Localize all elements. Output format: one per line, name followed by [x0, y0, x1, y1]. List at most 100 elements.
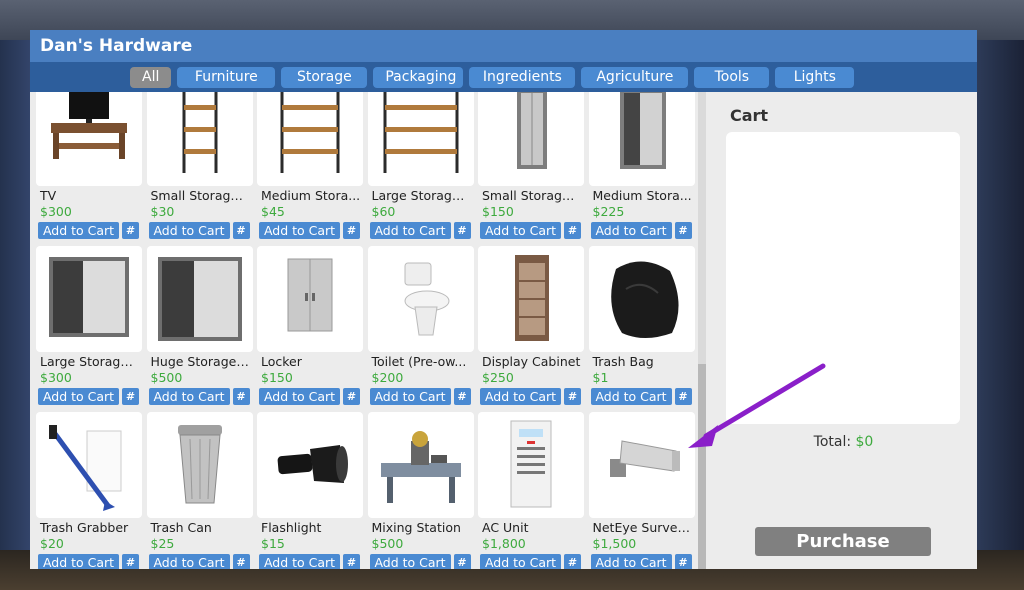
item-price: $200 [371, 370, 404, 385]
purchase-button[interactable]: Purchase [755, 527, 931, 556]
quantity-button[interactable]: # [122, 222, 139, 239]
security-camera-item: NetEye Surveil... $1,500 Add to Cart # [588, 412, 695, 569]
shop-item-card: Mixing Station $500 Add to Cart # [367, 412, 474, 569]
mixing-station-icon [380, 431, 461, 503]
item-name: Large Storage ... [40, 354, 140, 369]
add-to-cart-button[interactable]: Add to Cart [38, 222, 119, 239]
quantity-button[interactable]: # [674, 222, 692, 239]
small-shelf-icon [182, 92, 217, 173]
item-thumbnail [588, 92, 695, 186]
tab-agriculture[interactable]: Agriculture [581, 66, 689, 88]
shop-window: Dan's Hardware All Furniture Storage Pac… [30, 30, 977, 569]
add-to-cart-button[interactable]: Add to Cart [38, 388, 119, 405]
quantity-button[interactable]: # [674, 388, 692, 405]
add-to-cart-button[interactable]: Add to Cart [148, 554, 230, 569]
add-to-cart-button[interactable]: Add to Cart [590, 388, 672, 405]
tab-furniture[interactable]: Furniture [177, 66, 276, 88]
add-to-cart-button[interactable]: Add to Cart [369, 554, 451, 569]
item-price: $15 [261, 536, 285, 551]
small-closet-icon [517, 92, 547, 169]
item-grid: TV $300 Add to Cart # Small Storage ... $30 Ad… [36, 92, 695, 569]
scrollbar-track[interactable] [698, 92, 706, 569]
item-thumbnail [588, 246, 695, 352]
medium-shelf-icon [280, 92, 340, 173]
quantity-button[interactable]: # [564, 388, 581, 405]
quantity-button[interactable]: # [343, 554, 360, 569]
quantity-button[interactable]: # [564, 554, 581, 569]
trash-grabber-icon [49, 425, 122, 511]
item-price: $60 [371, 204, 396, 219]
item-price: $1,500 [592, 536, 637, 551]
item-name: Trash Can [150, 520, 212, 535]
shop-item-card: Flashlight $15 Add to Cart # [257, 412, 363, 569]
tv-icon [51, 92, 127, 159]
item-thumbnail [588, 412, 695, 518]
item-price: $1 [592, 370, 609, 385]
item-name: Medium Stora... [592, 188, 692, 203]
toilet-icon [404, 262, 449, 336]
item-name: TV [40, 188, 57, 203]
tab-ingredients[interactable]: Ingredients [469, 66, 576, 88]
scrollbar-thumb[interactable] [698, 364, 706, 569]
add-to-cart-button[interactable]: Add to Cart [480, 222, 561, 239]
item-thumbnail [146, 246, 253, 352]
quantity-button[interactable]: # [122, 554, 139, 569]
add-to-cart-button[interactable]: Add to Cart [259, 554, 340, 569]
item-thumbnail [36, 92, 142, 186]
cart-list [726, 132, 960, 424]
add-to-cart-button[interactable]: Add to Cart [38, 554, 119, 569]
item-price: $25 [150, 536, 175, 551]
item-thumbnail [367, 92, 474, 186]
quantity-button[interactable]: # [232, 222, 250, 239]
tab-packaging[interactable]: Packaging [373, 66, 464, 88]
total-value: $0 [855, 434, 874, 450]
quantity-button[interactable]: # [232, 554, 250, 569]
quantity-button[interactable]: # [674, 554, 692, 569]
display-cabinet-icon [515, 255, 549, 341]
item-price: $500 [150, 370, 183, 385]
add-to-cart-button[interactable]: Add to Cart [480, 388, 561, 405]
quantity-button[interactable]: # [343, 388, 360, 405]
quantity-button[interactable]: # [453, 554, 471, 569]
quantity-button[interactable]: # [453, 222, 471, 239]
item-price: $30 [150, 204, 175, 219]
cart-total: Total: $0 [710, 434, 977, 450]
quantity-button[interactable]: # [564, 222, 581, 239]
tab-lights[interactable]: Lights [775, 66, 855, 88]
shop-item-card: Medium Stora... $45 Add to Cart # [257, 92, 363, 239]
item-name: Small Storage ... [482, 188, 582, 203]
tab-storage[interactable]: Storage [281, 66, 368, 88]
add-to-cart-button[interactable]: Add to Cart [590, 554, 672, 569]
add-to-cart-button[interactable]: Add to Cart [369, 388, 451, 405]
add-to-cart-button[interactable]: Add to Cart [369, 222, 451, 239]
item-thumbnail [146, 412, 253, 518]
item-thumbnail [367, 246, 474, 352]
item-price: $45 [261, 204, 285, 219]
item-price: $250 [482, 370, 514, 385]
add-to-cart-button[interactable]: Add to Cart [259, 388, 340, 405]
background-wall-left [0, 40, 30, 550]
shop-item-card: Trash Can $25 Add to Cart # [146, 412, 253, 569]
quantity-button[interactable]: # [343, 222, 360, 239]
item-name: Large Storage ... [371, 188, 472, 203]
shop-item-card: Locker $150 Add to Cart # [257, 246, 363, 405]
add-to-cart-button[interactable]: Add to Cart [259, 222, 340, 239]
add-to-cart-button[interactable]: Add to Cart [148, 222, 230, 239]
item-grid-viewport: TV $300 Add to Cart # Small Storage ... $30 Ad… [36, 92, 698, 569]
shop-item-card: Large Storage ... $300 Add to Cart # [36, 246, 142, 405]
add-to-cart-button[interactable]: Add to Cart [590, 222, 672, 239]
shop-item-card: Large Storage ... $60 Add to Cart # [367, 92, 474, 239]
medium-closet-icon [619, 92, 666, 169]
tab-all[interactable]: All [130, 66, 172, 88]
quantity-button[interactable]: # [232, 388, 250, 405]
item-name: Mixing Station [371, 520, 461, 535]
add-to-cart-button[interactable]: Add to Cart [480, 554, 561, 569]
category-tabbar: All Furniture Storage Packaging Ingredie… [30, 62, 977, 92]
tab-tools[interactable]: Tools [694, 66, 770, 88]
quantity-button[interactable]: # [122, 388, 139, 405]
item-name: Trash Grabber [40, 520, 129, 535]
item-thumbnail [257, 412, 363, 518]
add-to-cart-button[interactable]: Add to Cart [148, 388, 230, 405]
quantity-button[interactable]: # [453, 388, 471, 405]
background-wall-right [977, 40, 1024, 550]
